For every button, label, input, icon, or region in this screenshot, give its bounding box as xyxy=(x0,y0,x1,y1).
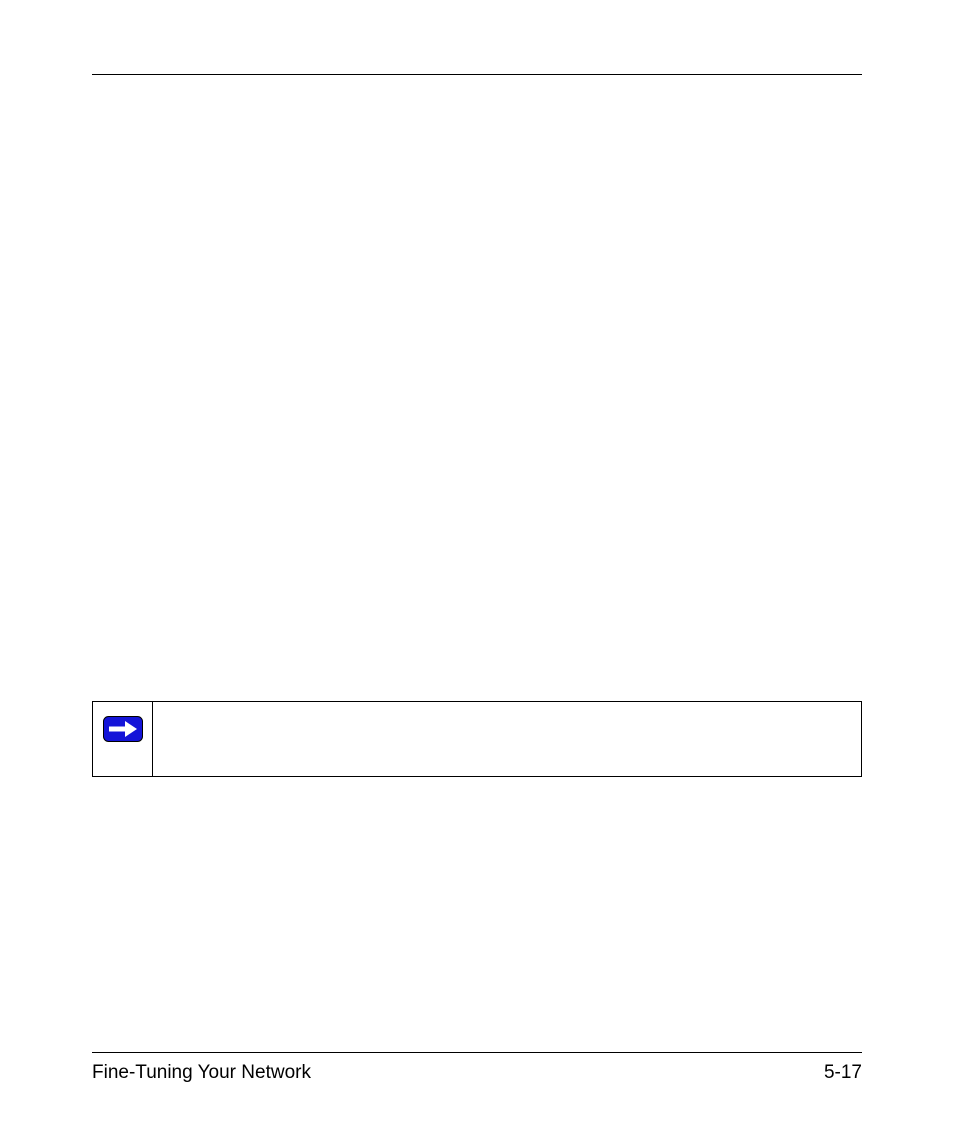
footer-rule xyxy=(92,1052,862,1053)
header-rule xyxy=(92,74,862,75)
note-callout-divider xyxy=(152,701,153,777)
footer-page-number: 5-17 xyxy=(824,1062,862,1084)
note-callout-box xyxy=(92,701,862,777)
note-arrow-icon xyxy=(103,716,143,742)
arrow-right-icon xyxy=(103,716,143,742)
document-page: Fine-Tuning Your Network 5-17 xyxy=(0,0,954,1145)
footer-section-title: Fine-Tuning Your Network xyxy=(92,1062,311,1084)
